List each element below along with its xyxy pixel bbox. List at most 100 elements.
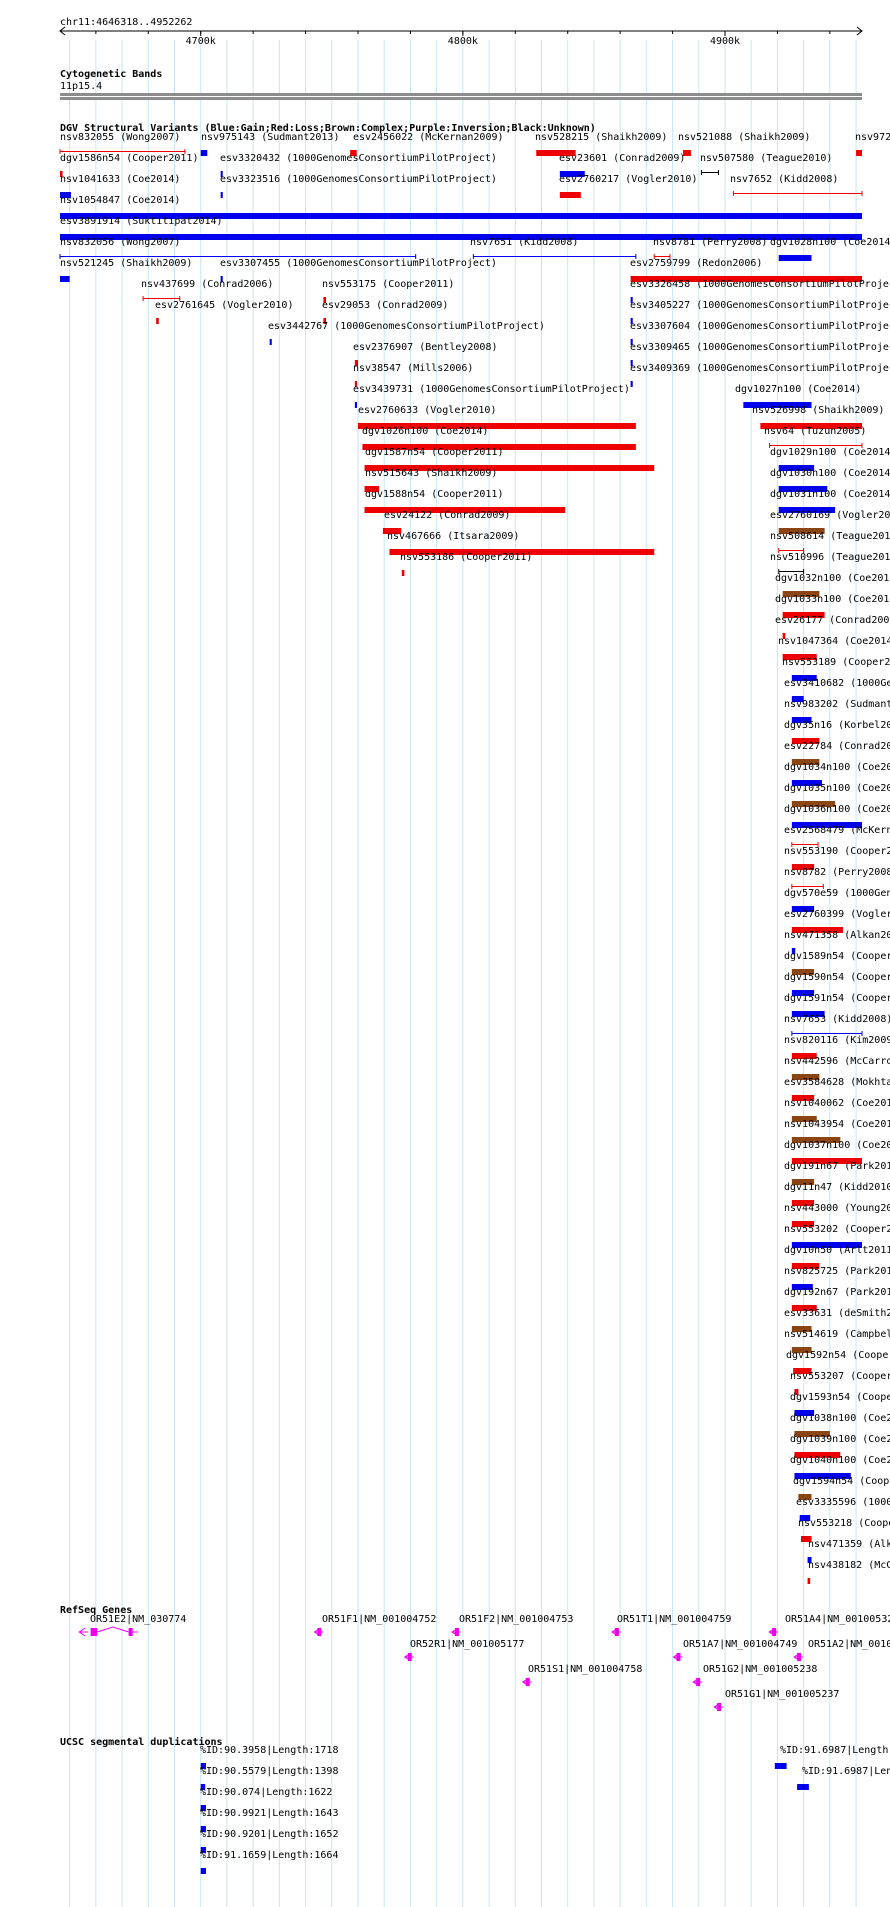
dgv-variant-label: nsv7651 (Kidd2008) (470, 237, 578, 248)
dgv-variant-label: dgv1026n100 (Coe2014) (362, 426, 488, 437)
dgv-variant-label: nsv825725 (Park2010) (784, 1266, 890, 1277)
dgv-variant-label: dgv1029n100 (Coe2014) (770, 447, 890, 458)
dgv-variant-label: esv23601 (Conrad2009) (559, 153, 685, 164)
dgv-variant-label: dgv1588n54 (Cooper2011) (365, 489, 503, 500)
refseq-gene-label: OR51G1|NM_001005237 (725, 1689, 839, 1700)
dgv-variant[interactable]: esv2568479 (McKernan2009) (784, 825, 890, 847)
dgv-variant-bar (807, 1578, 811, 1584)
segdup-feature[interactable]: %ID:91.1659|Length:1664 (200, 1850, 338, 1874)
coordinate-ruler[interactable]: chr11:4646318..4952262 4700k 4800k 4900k (59, 17, 863, 47)
dgv-variant-label: esv2760633 (Vogler2010) (358, 405, 496, 416)
dgv-variant-label: esv3320432 (1000GenomesConsortiumPilotPr… (220, 153, 497, 164)
dgv-variant-label: dgv1591n54 (Cooper2011) (784, 993, 890, 1004)
dgv-variant-label: nsv443000 (Young2008) (784, 1203, 890, 1214)
dgv-variant-label: dgv1032n100 (Coe2014) (775, 573, 890, 584)
refseq-gene-label: OR51F1|NM_001004752 (322, 1614, 436, 1625)
dgv-variant-label: nsv832055 (Wong2007) (60, 132, 180, 143)
dgv-variant-bar (60, 276, 70, 282)
segdup-label: %ID:91.6987|Length (780, 1745, 888, 1756)
refseq-gene[interactable]: OR51F2|NM_001004753 (451, 1614, 573, 1637)
refseq-gene[interactable]: OR51A2|NM_001005 (793, 1639, 890, 1662)
dgv-variant-bar (778, 255, 812, 261)
refseq-gene[interactable]: OR51G1|NM_001005237 (713, 1689, 839, 1712)
dgv-variant[interactable]: nsv7652 (Kidd2008) (730, 174, 863, 196)
dgv-variant-label: nsv1040062 (Coe2014) (784, 1098, 890, 1109)
dgv-variant-label: dgv1035n100 (Coe2014) (784, 783, 890, 794)
gene-exon (797, 1653, 802, 1661)
gene-exon (676, 1653, 681, 1661)
gene-exon (525, 1678, 530, 1686)
dgv-variant-label: nsv437699 (Conrad2006) (141, 279, 273, 290)
refseq-gene-label: OR51A7|NM_001004749 (683, 1639, 797, 1650)
dgv-variant[interactable]: nsv7651 (Kidd2008) (470, 237, 637, 259)
dgv-variant-label: nsv438182 (McCarroll2008) (808, 1560, 890, 1571)
dgv-variant-label: nsv521245 (Shaikh2009) (60, 258, 192, 269)
segdup-label: %ID:90.074|Length:1622 (200, 1787, 332, 1798)
refseq-gene-label: OR51A2|NM_001005 (808, 1639, 890, 1650)
cytoband-track: Cytogenetic Bands 11p15.4 (60, 68, 862, 100)
segdup-feature[interactable]: %ID:91.6987|Length (797, 1766, 890, 1790)
dgv-variant-label: esv3323516 (1000GenomesConsortiumPilotPr… (220, 174, 497, 185)
dgv-variant-label: esv2568479 (McKernan2009) (784, 825, 890, 836)
refseq-gene-label: OR51T1|NM_001004759 (617, 1614, 731, 1625)
dgv-variant-label: esv3326458 (1000GenomesConsortiumPilotPr… (630, 279, 890, 290)
dgv-variant-label: nsv507580 (Teague2010) (700, 153, 832, 164)
dgv-variant-label: dgv1038n100 (Coe2014) (790, 1413, 890, 1424)
refseq-gene[interactable]: OR51G2|NM_001005238 (692, 1664, 817, 1687)
ruler-tick-label: 4800k (448, 36, 478, 47)
dgv-variant[interactable]: nsv8781 (Perry2008) (653, 237, 767, 259)
dgv-variant-label: dgv1593n54 (Cooper2011) (790, 1392, 890, 1403)
dgv-variant-label: dgv1039n100 (Coe2014) (790, 1434, 890, 1445)
dgv-variant-label: nsv975143 (Sudmant2013) (201, 132, 339, 143)
dgv-variant-label: nsv7652 (Kidd2008) (730, 174, 838, 185)
dgv-variant[interactable]: nsv507580 (Teague2010) (700, 153, 832, 175)
dgv-variant-label: dgv1589n54 (Cooper2011) (784, 951, 890, 962)
dgv-variant[interactable]: nsv64 (Tuzun2005) (764, 426, 866, 448)
segdup-label: %ID:91.1659|Length:1664 (200, 1850, 338, 1861)
dgv-variant-label: esv3410682 (1000GenomesConsortiumPilotPr… (784, 678, 890, 689)
dgv-variant-label: esv3584628 (Mokhtar2014) (784, 1077, 890, 1088)
refseq-gene[interactable]: OR52R1|NM_001005177 (403, 1639, 525, 1662)
cytoband-label: 11p15.4 (60, 81, 102, 92)
refseq-gene-label: OR51E2|NM_030774 (90, 1614, 186, 1625)
dgv-variant-label: esv3335596 (1000GenomesConsortiumPilotPr… (796, 1497, 890, 1508)
dgv-track: DGV Structural Variants (Blue:Gain;Red:L… (59, 122, 890, 1584)
dgv-variant-label: dgv10n50 (Arlt2011) (784, 1245, 890, 1256)
dgv-variant-label: esv2760169 (Vogler2010) (770, 510, 890, 521)
refseq-gene[interactable]: OR51E2|NM_030774 (78, 1614, 186, 1637)
dgv-variant[interactable]: nsv438182 (McCarroll2008) (807, 1560, 890, 1584)
dgv-variant-label: nsv553175 (Cooper2011) (322, 279, 454, 290)
refseq-gene[interactable]: OR51T1|NM_001004759 (611, 1614, 731, 1637)
dgv-variant-label: dgv1031n100 (Coe2014) (770, 489, 890, 500)
dgv-variant-label: dgv1036n100 (Coe2014) (784, 804, 890, 815)
dgv-variant[interactable]: nsv832056 (Wong2007) (59, 237, 417, 259)
dgv-variant-label: esv22784 (Conrad2009) (784, 741, 890, 752)
dgv-variant-label: nsv526998 (Shaikh2009) (752, 405, 884, 416)
refseq-gene[interactable]: OR51A7|NM_001004749 (672, 1639, 798, 1662)
dgv-variant[interactable]: esv2760217 (Vogler2010) (559, 174, 697, 198)
dgv-variant-label: nsv514619 (Campbell2011) (784, 1329, 890, 1340)
segdup-label: %ID:90.3958|Length:1718 (200, 1745, 338, 1756)
dgv-variant-label: dgv570e59 (1000GenomesConsortiumPilotPro… (784, 888, 890, 899)
dgv-variant-label: dgv1040n100 (Coe2014) (790, 1455, 890, 1466)
refseq-gene[interactable]: OR51S1|NM_001004758 (521, 1664, 643, 1687)
dgv-variant-label: nsv553218 (Cooper2011) (798, 1518, 890, 1529)
dgv-variant-label: nsv1054847 (Coe2014) (60, 195, 180, 206)
refseq-gene[interactable]: OR51F1|NM_001004752 (313, 1614, 436, 1637)
dgv-variant[interactable]: nsv7653 (Kidd2008) (784, 1014, 890, 1036)
dgv-variant-label: nsv510996 (Teague2010) (770, 552, 890, 563)
dgv-variant-label: nsv8782 (Perry2008) (784, 867, 890, 878)
dgv-variant-label: dgv192n67 (Park2010) (784, 1287, 890, 1298)
dgv-variant-label: dgv1033n100 (Coe2014) (775, 594, 890, 605)
dgv-variant[interactable]: nsv972 (855, 132, 890, 156)
segdup-label: %ID:90.9921|Length:1643 (200, 1808, 338, 1819)
dgv-variant[interactable]: nsv8782 (Perry2008) (784, 867, 890, 889)
dgv-variant[interactable]: nsv553186 (Cooper2011) (400, 552, 532, 576)
refseq-track: RefSeq Genes OR51E2|NM_030774 OR51F1|NM_0… (60, 1605, 890, 1712)
dgv-variant-label: nsv471358 (Alkan2009) (784, 930, 890, 941)
gene-exon (614, 1628, 619, 1636)
refseq-gene-label: OR51A4|NM_001005329 (785, 1614, 890, 1625)
dgv-variant-label: nsv471359 (Alkan2009) (808, 1539, 890, 1550)
dgv-variant-label: nsv38547 (Mills2006) (353, 363, 473, 374)
gene-exon (90, 1628, 98, 1636)
